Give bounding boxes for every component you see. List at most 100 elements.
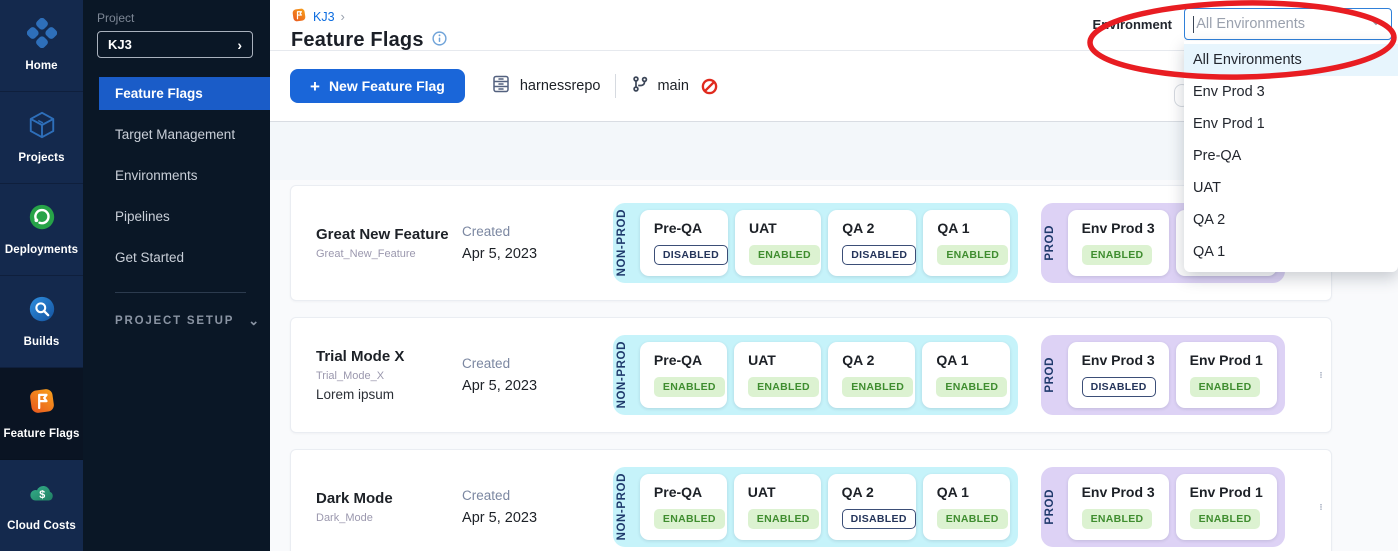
created-date: Apr 5, 2023: [462, 378, 613, 394]
chevron-right-icon: ›: [341, 9, 345, 24]
repo-icon: [491, 74, 511, 98]
row-menu-button[interactable]: [1312, 493, 1331, 521]
feature-flags-icon: [291, 7, 307, 26]
environment-name: UAT: [748, 352, 821, 368]
status-badge: DISABLED: [654, 245, 728, 265]
environment-name: QA 2: [842, 220, 916, 236]
flag-name: Great New Feature: [316, 226, 462, 243]
status-badge: ENABLED: [937, 509, 1008, 529]
environment-name: Env Prod 1: [1190, 484, 1277, 500]
environment-card[interactable]: Env Prod 1 ENABLED: [1176, 474, 1277, 540]
new-feature-flag-button[interactable]: + New Feature Flag: [290, 69, 465, 103]
environment-card[interactable]: Env Prod 1 ENABLED: [1176, 342, 1277, 408]
environment-select-value: All Environments: [1196, 16, 1369, 32]
status-badge: ENABLED: [936, 377, 1007, 397]
sidebar-item-feature-flags[interactable]: Feature Flags: [99, 77, 270, 110]
environment-card[interactable]: Env Prod 3 ENABLED: [1068, 210, 1169, 276]
text-cursor: [1193, 16, 1194, 33]
project-sidebar: Project KJ3 › Feature Flags Target Manag…: [83, 0, 270, 551]
status-badge: ENABLED: [1190, 509, 1261, 529]
page-title: Feature Flags: [291, 29, 424, 52]
environment-dropdown-option[interactable]: QA 2: [1184, 204, 1398, 236]
flag-identifier: Great_New_Feature: [316, 248, 462, 260]
row-menu-button[interactable]: [1312, 361, 1331, 389]
environment-name: QA 1: [937, 220, 1009, 236]
rail-item-home[interactable]: Home: [0, 0, 83, 92]
branch-name: main: [657, 78, 688, 94]
rail-item-deployments[interactable]: Deployments: [0, 184, 83, 276]
module-rail: Home Projects Deployments Builds Feature…: [0, 0, 83, 551]
environment-card[interactable]: Pre-QA ENABLED: [640, 474, 727, 540]
feature-flag-row[interactable]: Dark Mode Dark_Mode Created Apr 5, 2023 …: [290, 449, 1332, 551]
environment-card[interactable]: QA 2 ENABLED: [828, 342, 915, 408]
rail-item-cloud-costs[interactable]: $ Cloud Costs: [0, 460, 83, 551]
environment-name: QA 1: [937, 484, 1010, 500]
environment-card[interactable]: QA 1 ENABLED: [923, 210, 1009, 276]
created-label: Created: [462, 224, 613, 239]
sidebar-item-get-started[interactable]: Get Started: [83, 241, 270, 274]
status-badge: ENABLED: [654, 509, 725, 529]
status-badge: ENABLED: [749, 245, 820, 265]
environment-card[interactable]: UAT ENABLED: [735, 210, 821, 276]
environment-select[interactable]: All Environments: [1184, 8, 1392, 40]
environment-name: QA 2: [842, 484, 916, 500]
rail-item-projects[interactable]: Projects: [0, 92, 83, 184]
environment-dropdown-option[interactable]: UAT: [1184, 172, 1398, 204]
status-badge: DISABLED: [1082, 377, 1156, 397]
breadcrumb-project-link[interactable]: KJ3: [313, 10, 335, 24]
environment-dropdown-option[interactable]: Pre-QA: [1184, 140, 1398, 172]
branch-selector[interactable]: main: [631, 75, 717, 97]
environment-name: Env Prod 1: [1190, 352, 1277, 368]
environment-card[interactable]: Pre-QA ENABLED: [640, 342, 727, 408]
environment-dropdown-option[interactable]: All Environments: [1184, 44, 1398, 76]
home-icon: [27, 18, 57, 53]
prod-group: PROD Env Prod 3 DISABLED Env Prod 1 ENAB…: [1041, 335, 1285, 415]
environment-name: Env Prod 3: [1082, 484, 1169, 500]
sidebar-item-pipelines[interactable]: Pipelines: [83, 200, 270, 233]
feature-flag-row[interactable]: Trial Mode X Trial_Mode_X Lorem ipsum Cr…: [290, 317, 1332, 433]
flag-identifier: Dark_Mode: [316, 512, 462, 524]
environment-card[interactable]: Env Prod 3 ENABLED: [1068, 474, 1169, 540]
project-selector[interactable]: KJ3 ›: [97, 31, 253, 58]
rail-item-feature-flags[interactable]: Feature Flags: [0, 368, 83, 460]
environment-card[interactable]: UAT ENABLED: [734, 474, 821, 540]
rail-item-label: Projects: [18, 152, 64, 165]
info-icon[interactable]: [432, 31, 447, 51]
environment-card[interactable]: Env Prod 3 DISABLED: [1068, 342, 1169, 408]
non-prod-label: NON-PROD: [616, 209, 640, 276]
project-setup-label: PROJECT SETUP: [115, 315, 234, 327]
sidebar-item-environments[interactable]: Environments: [83, 159, 270, 192]
chevron-down-icon: [1369, 15, 1383, 34]
repo-name: harnessrepo: [520, 78, 601, 94]
divider: [615, 74, 616, 98]
repo-selector[interactable]: harnessrepo: [491, 74, 601, 98]
status-badge: ENABLED: [748, 509, 819, 529]
status-badge: DISABLED: [842, 509, 916, 529]
environment-card[interactable]: QA 1 ENABLED: [922, 342, 1009, 408]
environment-dropdown-option[interactable]: Env Prod 1: [1184, 108, 1398, 140]
project-setup-toggle[interactable]: PROJECT SETUP ⌄: [83, 313, 270, 329]
environment-card[interactable]: Pre-QA DISABLED: [640, 210, 728, 276]
created-date: Apr 5, 2023: [462, 510, 613, 526]
feature-flag-row[interactable]: Great New Feature Great_New_Feature Crea…: [290, 185, 1332, 301]
environment-name: Pre-QA: [654, 484, 727, 500]
environment-filter-label: Environment: [1093, 17, 1172, 32]
environment-card[interactable]: QA 2 DISABLED: [828, 210, 916, 276]
flag-name: Trial Mode X: [316, 348, 462, 365]
environment-name: UAT: [748, 484, 821, 500]
environment-card[interactable]: QA 2 DISABLED: [828, 474, 916, 540]
environment-card[interactable]: QA 1 ENABLED: [923, 474, 1010, 540]
status-badge: ENABLED: [937, 245, 1008, 265]
created-label: Created: [462, 488, 613, 503]
rail-item-builds[interactable]: Builds: [0, 276, 83, 368]
status-badge: ENABLED: [1190, 377, 1261, 397]
status-badge: ENABLED: [1082, 509, 1153, 529]
environment-dropdown-menu: All Environments Env Prod 3 Env Prod 1 P…: [1184, 41, 1398, 272]
environment-dropdown-option[interactable]: Env Prod 3: [1184, 76, 1398, 108]
created-label: Created: [462, 356, 613, 371]
sidebar-item-target-management[interactable]: Target Management: [83, 118, 270, 151]
feature-flags-icon: [27, 386, 57, 421]
environment-card[interactable]: UAT ENABLED: [734, 342, 821, 408]
environment-dropdown-option[interactable]: QA 1: [1184, 236, 1398, 268]
status-badge: ENABLED: [654, 377, 725, 397]
